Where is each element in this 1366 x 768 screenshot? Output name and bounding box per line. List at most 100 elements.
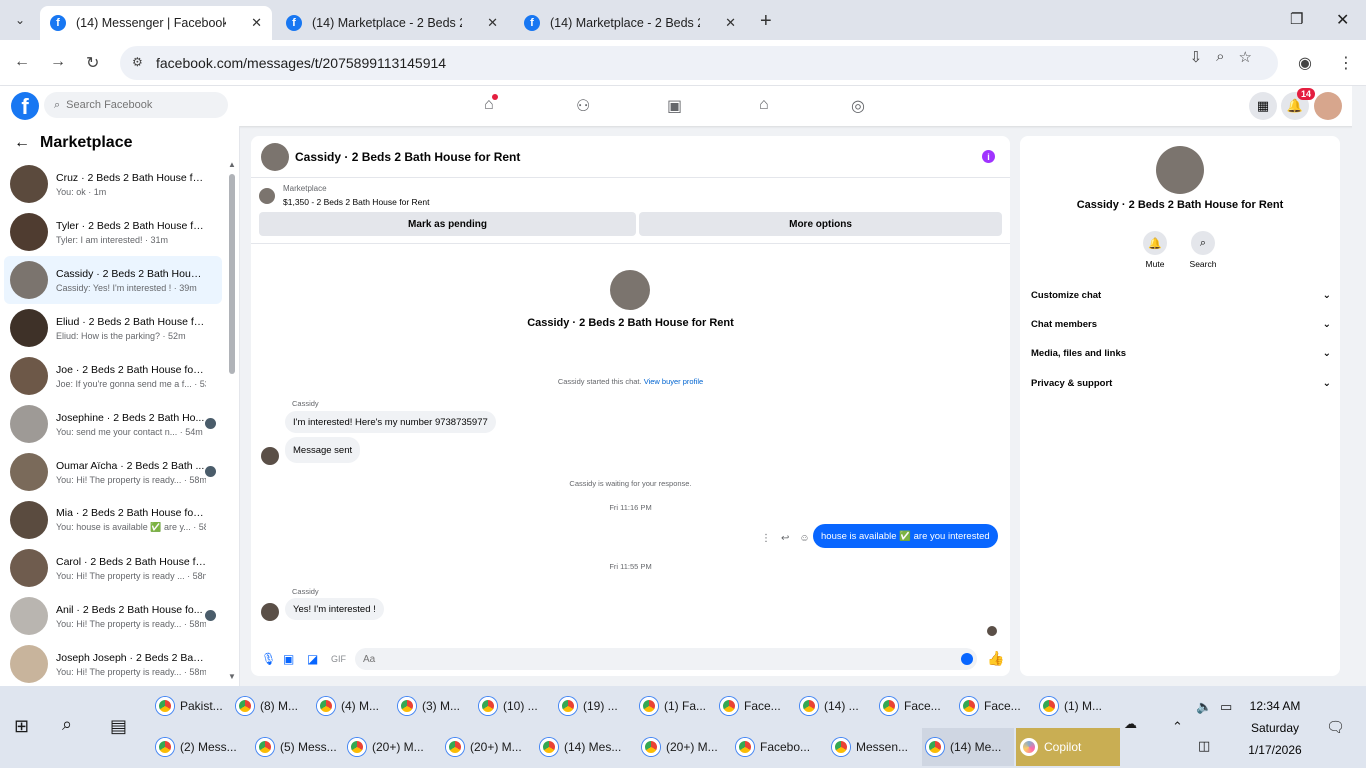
sidebar-scrollbar[interactable]: ▲ ▼ bbox=[228, 160, 236, 681]
chat-members-section[interactable]: Chat members ⌄ bbox=[1031, 314, 1331, 334]
meet-now-icon[interactable]: ◫ bbox=[1198, 738, 1210, 754]
taskbar-chrome-window[interactable]: (5) Mess... bbox=[252, 728, 344, 766]
taskbar-chrome-window[interactable]: Facebo... bbox=[732, 728, 824, 766]
notifications-icon[interactable]: 🔔 14 bbox=[1281, 88, 1315, 120]
scroll-thumb[interactable] bbox=[229, 174, 235, 374]
taskbar-chrome-window[interactable]: (14) ... bbox=[796, 687, 874, 725]
more-actions-icon[interactable]: ⋮ bbox=[761, 533, 771, 544]
taskbar-chrome-window[interactable]: (10) ... bbox=[475, 687, 553, 725]
close-tab-icon[interactable]: ✕ bbox=[487, 15, 498, 31]
more-options-button[interactable]: More options bbox=[639, 212, 1002, 236]
install-app-icon[interactable]: ⇩ bbox=[1190, 48, 1203, 66]
emoji-icon[interactable] bbox=[961, 653, 973, 665]
conversation-item[interactable]: Oumar Aïcha · 2 Beds 2 Bath ... You: Hi! … bbox=[4, 448, 222, 496]
forward-icon[interactable]: → bbox=[50, 53, 66, 71]
tab-search-chevron-icon[interactable]: ⌄ bbox=[8, 8, 32, 32]
home-icon[interactable]: ⌂ bbox=[484, 94, 498, 114]
conversation-item[interactable]: Carol · 2 Beds 2 Bath House for... You: H… bbox=[4, 544, 222, 592]
sticker-icon[interactable]: ◪ bbox=[307, 652, 318, 666]
taskbar-chrome-window[interactable]: (1) Fa... bbox=[636, 687, 714, 725]
scroll-down-icon[interactable]: ▼ bbox=[228, 672, 236, 681]
conversation-item[interactable]: Josephine · 2 Beds 2 Bath Ho... You: send… bbox=[4, 400, 222, 448]
microphone-icon[interactable]: 🎙 bbox=[261, 652, 276, 666]
video-icon[interactable]: ▣ bbox=[667, 96, 682, 116]
profile-icon[interactable]: ◉ bbox=[1298, 53, 1312, 73]
back-icon[interactable]: ← bbox=[14, 53, 30, 71]
conversation-item[interactable]: Eliud · 2 Beds 2 Bath House for ... Eliud… bbox=[4, 304, 222, 352]
taskbar-chrome-window[interactable]: Pakist... bbox=[152, 687, 230, 725]
reload-icon[interactable]: ↻ bbox=[86, 53, 99, 73]
clock-date[interactable]: 1/17/2026 bbox=[1240, 743, 1310, 757]
close-tab-icon[interactable]: ✕ bbox=[725, 15, 736, 31]
marketplace-icon[interactable]: ⌂ bbox=[759, 96, 769, 114]
scroll-up-icon[interactable]: ▲ bbox=[228, 160, 236, 169]
browser-tab-marketplace-2[interactable]: f (14) Marketplace - 2 Beds 2 Bath ✕ bbox=[514, 6, 746, 40]
incoming-message[interactable]: I'm interested! Here's my number 9738735… bbox=[285, 411, 496, 433]
volume-icon[interactable]: 🔈 bbox=[1196, 699, 1212, 715]
battery-icon[interactable]: ▭ bbox=[1220, 699, 1232, 715]
conversation-item[interactable]: Joe · 2 Beds 2 Bath House for R... Joe: I… bbox=[4, 352, 222, 400]
listing-thumbnail[interactable] bbox=[259, 188, 275, 204]
taskbar-chrome-window[interactable]: (20+) M... bbox=[638, 728, 730, 766]
search-icon[interactable]: ⌕ bbox=[62, 714, 72, 735]
incoming-message[interactable]: Message sent bbox=[285, 437, 361, 463]
view-buyer-profile-link[interactable]: View buyer profile bbox=[644, 377, 703, 386]
reply-icon[interactable]: ↩ bbox=[781, 533, 789, 544]
copilot-button[interactable]: Copilot bbox=[1016, 728, 1120, 766]
clock-day[interactable]: Saturday bbox=[1240, 721, 1310, 735]
gif-icon[interactable]: GIF bbox=[331, 654, 346, 664]
browser-tab-messenger[interactable]: f (14) Messenger | Facebook ✕ bbox=[40, 6, 272, 40]
chat-title[interactable]: Cassidy · 2 Beds 2 Bath House for Rent bbox=[295, 150, 520, 164]
info-icon[interactable]: i bbox=[982, 150, 995, 163]
conversation-item[interactable]: Mia · 2 Beds 2 Bath House for ... You: ho… bbox=[4, 496, 222, 544]
notification-center-icon[interactable]: 🗨 bbox=[1326, 718, 1345, 736]
taskbar-chrome-window[interactable]: Face... bbox=[716, 687, 794, 725]
react-icon[interactable]: ☺ bbox=[799, 533, 809, 544]
taskbar-chrome-window[interactable]: Face... bbox=[876, 687, 954, 725]
taskbar-chrome-window[interactable]: (14) Mes... bbox=[536, 728, 628, 766]
site-info-icon[interactable]: ⚙ bbox=[132, 55, 143, 69]
outgoing-message[interactable]: house is available ✅ are you interested bbox=[813, 524, 998, 548]
bookmark-star-icon[interactable]: ☆ bbox=[1239, 48, 1252, 66]
search-chat-button[interactable]: ⌕ Search bbox=[1173, 231, 1233, 269]
task-view-icon[interactable]: ▤ bbox=[110, 716, 127, 737]
chat-avatar[interactable] bbox=[261, 142, 289, 171]
facebook-search-input[interactable] bbox=[66, 99, 217, 111]
menu-grid-icon[interactable]: ▦ bbox=[1249, 92, 1277, 120]
mark-pending-button[interactable]: Mark as pending bbox=[259, 212, 636, 236]
like-thumb-icon[interactable]: 👍 bbox=[987, 650, 1004, 667]
weather-icon[interactable]: ☁ bbox=[1124, 716, 1137, 732]
browser-tab-marketplace-1[interactable]: f (14) Marketplace - 2 Beds 2 Bath ✕ bbox=[276, 6, 508, 40]
new-tab-icon[interactable]: + bbox=[760, 10, 772, 33]
media-files-section[interactable]: Media, files and links ⌄ bbox=[1031, 343, 1331, 363]
clock-time[interactable]: 12:34 AM bbox=[1240, 699, 1310, 713]
taskbar-chrome-window[interactable]: (14) Me... bbox=[922, 728, 1014, 766]
taskbar-chrome-window[interactable]: (1) M... bbox=[1036, 687, 1114, 725]
incoming-message[interactable]: Yes! I'm interested ! bbox=[285, 598, 384, 620]
windows-start-icon[interactable]: ⊞ bbox=[14, 716, 29, 737]
taskbar-chrome-window[interactable]: (2) Mess... bbox=[152, 728, 244, 766]
show-hidden-icons-icon[interactable]: ⌃ bbox=[1172, 719, 1183, 735]
url-bar[interactable]: ⚙ facebook.com/messages/t/20758991131459… bbox=[120, 46, 1278, 80]
taskbar-chrome-window[interactable]: Messen... bbox=[828, 728, 920, 766]
taskbar-chrome-window[interactable]: (3) M... bbox=[394, 687, 472, 725]
privacy-support-section[interactable]: Privacy & support ⌄ bbox=[1031, 373, 1331, 393]
taskbar-chrome-window[interactable]: (8) M... bbox=[232, 687, 310, 725]
customize-chat-section[interactable]: Customize chat ⌄ bbox=[1031, 285, 1331, 305]
close-window-icon[interactable]: ✕ bbox=[1336, 10, 1349, 30]
taskbar-chrome-window[interactable]: (20+) M... bbox=[442, 728, 534, 766]
info-avatar[interactable] bbox=[1156, 146, 1204, 194]
account-avatar[interactable] bbox=[1314, 92, 1342, 120]
taskbar-chrome-window[interactable]: Face... bbox=[956, 687, 1034, 725]
conversation-item[interactable]: Cruz · 2 Beds 2 Bath House for ... You: o… bbox=[4, 160, 222, 208]
conversation-item[interactable]: Cassidy · 2 Beds 2 Bath House f... Cassid… bbox=[4, 256, 222, 304]
listing-price[interactable]: $1,350 - 2 Beds 2 Bath House for Rent bbox=[283, 197, 429, 207]
zoom-icon[interactable]: ⌕ bbox=[1216, 48, 1224, 66]
page-scrollbar[interactable] bbox=[1352, 86, 1366, 686]
friends-icon[interactable]: ⚇ bbox=[576, 96, 590, 116]
facebook-logo-icon[interactable]: f bbox=[11, 92, 39, 120]
photo-icon[interactable]: ▣ bbox=[283, 652, 294, 666]
message-input-box[interactable] bbox=[355, 648, 977, 670]
taskbar-chrome-window[interactable]: (4) M... bbox=[313, 687, 391, 725]
browser-menu-icon[interactable]: ⋮ bbox=[1338, 53, 1354, 73]
